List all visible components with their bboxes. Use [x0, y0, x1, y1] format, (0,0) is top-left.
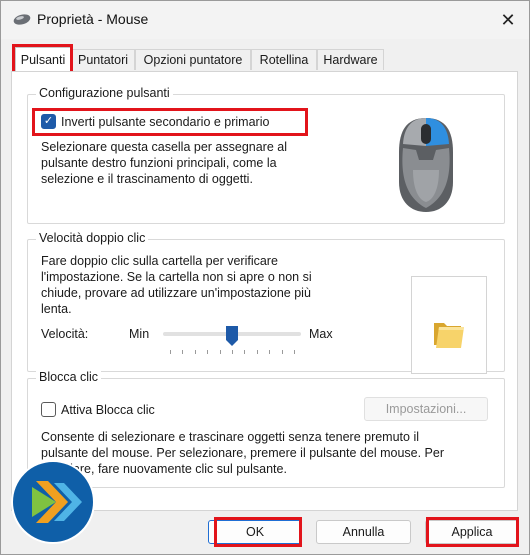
group-title-blocca-clic: Blocca clic — [36, 370, 102, 384]
slider-tick — [269, 350, 271, 354]
highlight-tab-pulsanti — [12, 44, 73, 74]
double-click-description-line-4: lenta. — [41, 302, 72, 316]
slider-tick — [219, 350, 221, 354]
slider-tick — [207, 350, 209, 354]
group-title-velocita: Velocità doppio clic — [36, 231, 149, 245]
double-click-description-line-3: chiude, provare ad utilizzare un'imposta… — [41, 286, 311, 300]
highlight-swap-buttons — [32, 108, 308, 136]
config-description-line-3: selezione e il trascinamento di oggetti. — [41, 172, 253, 186]
click-lock-description-line-1: Consente di selezionare e trascinare ogg… — [41, 430, 419, 444]
mouse-preview — [361, 100, 491, 222]
test-folder-area[interactable] — [411, 276, 487, 374]
site-logo-icon — [11, 460, 95, 544]
slider-tick — [170, 350, 171, 354]
folder-icon[interactable] — [431, 315, 467, 351]
mouse-properties-window: Proprietà - Mouse ✕ Pulsanti Puntatori O… — [0, 0, 530, 555]
group-title-configurazione: Configurazione pulsanti — [36, 86, 173, 100]
slider-tick — [244, 350, 246, 354]
slider-tick — [194, 350, 196, 354]
tab-hardware[interactable]: Hardware — [317, 49, 384, 70]
click-lock-description-line-2: pulsante del mouse. Per selezionare, pre… — [41, 446, 444, 460]
speed-max-label: Max — [309, 327, 333, 341]
tab-opzioni-puntatore[interactable]: Opzioni puntatore — [135, 49, 251, 70]
slider-tick — [232, 350, 233, 354]
window-title: Proprietà - Mouse — [37, 11, 149, 27]
click-lock-checkbox[interactable] — [41, 402, 56, 417]
double-click-speed-slider[interactable] — [163, 322, 301, 358]
title-bar: Proprietà - Mouse ✕ — [1, 1, 529, 39]
slider-tick — [256, 350, 258, 354]
tab-panel-pulsanti: Configurazione pulsanti ✓ Inverti pulsan… — [11, 71, 518, 511]
double-click-description-line-1: Fare doppio clic sulla cartella per veri… — [41, 254, 278, 268]
slider-tick — [182, 350, 184, 354]
config-description-line-1: Selezionare questa casella per assegnare… — [41, 140, 287, 154]
mouse-illustration — [399, 118, 453, 212]
speed-label: Velocità: — [41, 327, 89, 341]
close-icon[interactable]: ✕ — [497, 9, 519, 31]
group-blocca-clic: Blocca clic Attiva Blocca clic Impostazi… — [27, 370, 505, 488]
tab-puntatori[interactable]: Puntatori — [71, 49, 135, 70]
tab-rotellina[interactable]: Rotellina — [251, 49, 317, 70]
slider-thumb[interactable] — [225, 325, 239, 347]
cancel-button[interactable]: Annulla — [316, 520, 411, 544]
tab-strip: Pulsanti Puntatori Opzioni puntatore Rot… — [11, 47, 517, 72]
slider-tick — [281, 350, 283, 354]
click-lock-label: Attiva Blocca clic — [61, 403, 155, 417]
group-velocita-doppio-clic: Velocità doppio clic Fare doppio clic su… — [27, 231, 505, 374]
mouse-app-icon — [13, 14, 31, 25]
highlight-apply-button — [426, 517, 519, 547]
slider-tick — [294, 350, 295, 354]
double-click-description-line-2: l'impostazione. Se la cartella non si ap… — [41, 270, 312, 284]
highlight-ok-button — [214, 517, 302, 547]
config-description-line-2: pulsante destro funzioni principali, com… — [41, 156, 277, 170]
click-lock-settings-button[interactable]: Impostazioni... — [364, 397, 488, 421]
speed-min-label: Min — [129, 327, 150, 341]
